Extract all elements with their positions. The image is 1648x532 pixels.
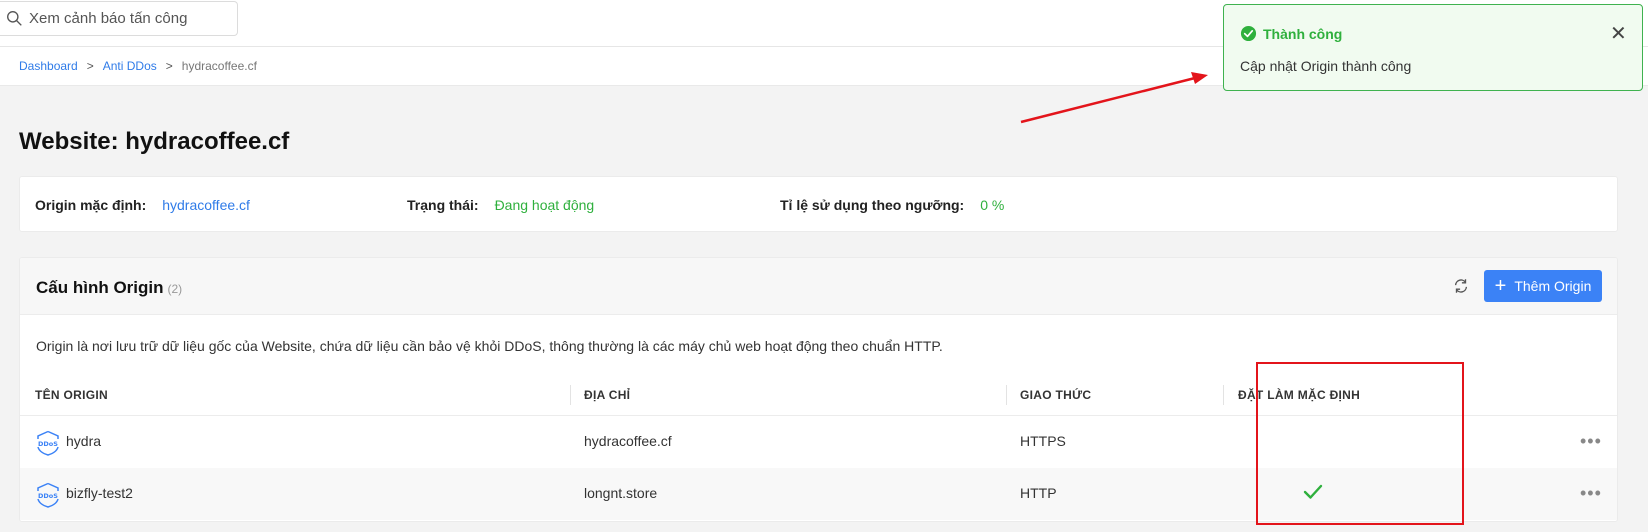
column-divider: [570, 385, 571, 405]
origin-count: (2): [167, 282, 183, 296]
config-header: Cấu hình Origin (2) + Thêm Origin: [20, 258, 1617, 315]
origin-protocol: HTTPS: [1020, 433, 1066, 449]
default-origin-info: Origin mặc định: hydracoffee.cf: [35, 197, 250, 213]
origin-address: hydracoffee.cf: [584, 433, 672, 449]
default-origin-value[interactable]: hydracoffee.cf: [162, 197, 250, 213]
origin-name: bizfly-test2: [66, 485, 133, 501]
usage-label: Tỉ lệ sử dụng theo ngưỡng:: [780, 197, 965, 213]
more-horizontal-icon[interactable]: •••: [1580, 431, 1602, 452]
config-title-text: Cấu hình Origin: [36, 278, 164, 297]
breadcrumb-dashboard[interactable]: Dashboard: [19, 59, 78, 73]
close-icon[interactable]: ✕: [1610, 24, 1627, 44]
column-header-address: ĐỊA CHỈ: [584, 388, 631, 402]
annotation-highlight-box: [1256, 362, 1464, 525]
column-header-protocol: GIAO THỨC: [1020, 388, 1092, 402]
toast-title-text: Thành công: [1263, 25, 1343, 42]
annotation-arrow: [1020, 72, 1208, 124]
config-description: Origin là nơi lưu trữ dữ liệu gốc của We…: [36, 338, 943, 354]
breadcrumb-separator: >: [86, 59, 94, 73]
add-origin-label: Thêm Origin: [1514, 278, 1592, 294]
origin-address: longnt.store: [584, 485, 658, 501]
origin-name: hydra: [66, 433, 102, 449]
column-divider: [1006, 385, 1007, 405]
search-icon: [7, 11, 22, 26]
website-info-card: Origin mặc định: hydracoffee.cf Trạng th…: [19, 176, 1618, 232]
config-title: Cấu hình Origin (2): [36, 278, 182, 298]
add-origin-button[interactable]: + Thêm Origin: [1484, 270, 1602, 302]
more-horizontal-icon[interactable]: •••: [1580, 483, 1602, 504]
toast-title: Thành công: [1240, 25, 1342, 42]
status-label: Trạng thái:: [407, 197, 479, 213]
origin-protocol: HTTP: [1020, 485, 1057, 501]
svg-text:DDoS: DDoS: [38, 440, 58, 448]
page-title: Website: hydracoffee.cf: [19, 128, 290, 155]
breadcrumb-separator: >: [165, 59, 173, 73]
refresh-icon[interactable]: [1452, 277, 1470, 295]
check-circle-icon: [1240, 25, 1257, 42]
column-divider: [1223, 385, 1224, 405]
svg-text:DDoS: DDoS: [38, 492, 58, 500]
search-input[interactable]: [29, 10, 229, 27]
usage-value: 0 %: [980, 197, 1005, 213]
plus-icon: +: [1494, 275, 1507, 297]
column-header-name: TÊN ORIGIN: [35, 388, 109, 402]
default-origin-label: Origin mặc định:: [35, 197, 147, 213]
success-toast: Thành công Cập nhật Origin thành công ✕: [1223, 4, 1643, 91]
breadcrumb-current: hydracoffee.cf: [181, 59, 257, 73]
breadcrumb-anti-ddos[interactable]: Anti DDos: [103, 59, 157, 73]
alert-search[interactable]: [0, 1, 238, 36]
toast-message: Cập nhật Origin thành công: [1240, 58, 1412, 74]
status-info: Trạng thái: Đang hoạt động: [407, 197, 594, 213]
ddos-shield-icon: DDoS: [37, 482, 59, 508]
status-value: Đang hoạt động: [494, 197, 595, 213]
ddos-shield-icon: DDoS: [37, 430, 59, 456]
usage-info: Tỉ lệ sử dụng theo ngưỡng: 0 %: [780, 197, 1004, 213]
